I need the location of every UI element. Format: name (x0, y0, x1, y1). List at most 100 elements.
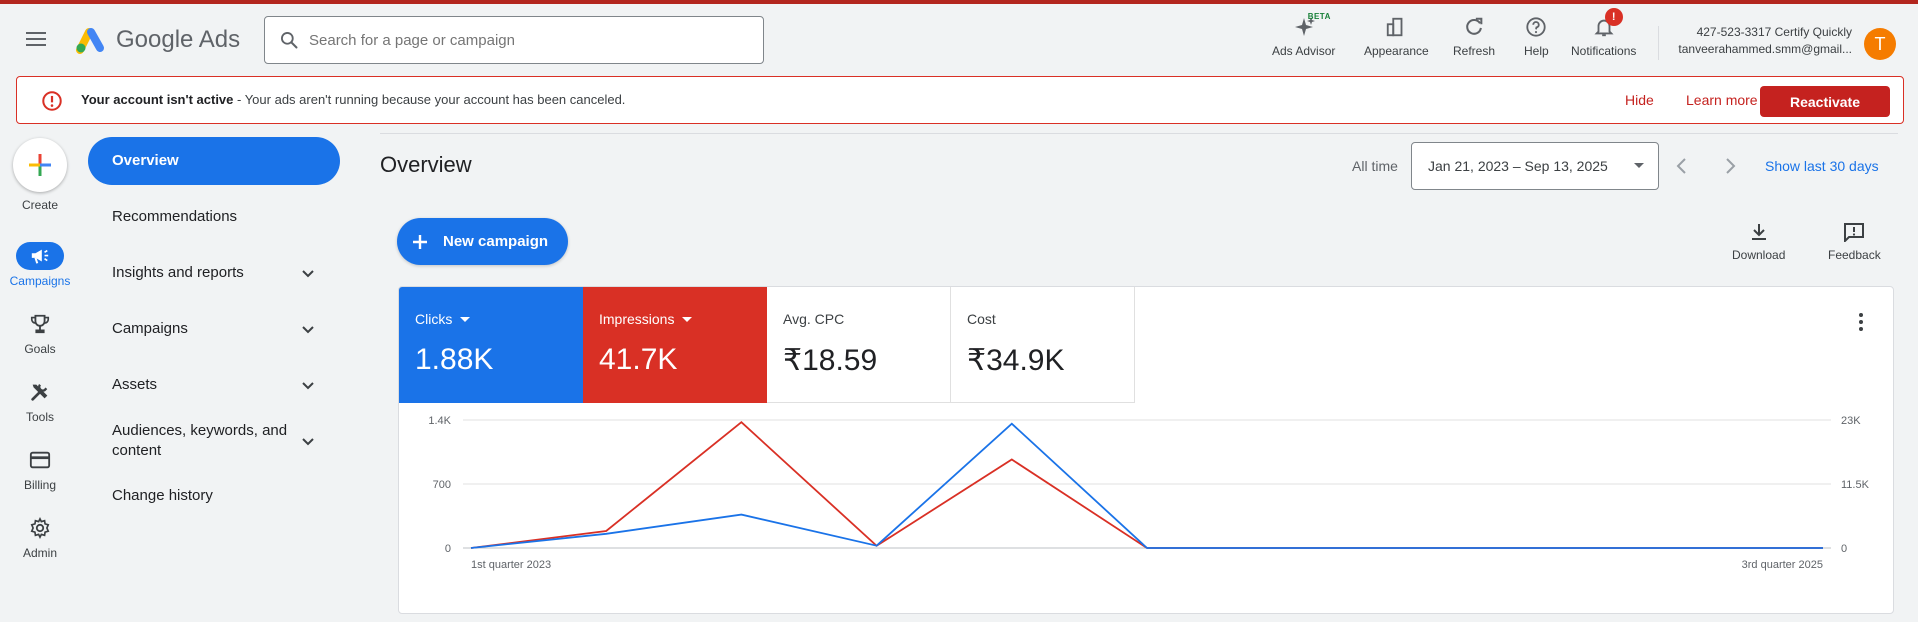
new-campaign-label: New campaign (443, 233, 549, 250)
metric-tile-clicks[interactable]: Clicks 1.88K (399, 287, 583, 403)
nav-item-change-history[interactable]: Change history (88, 486, 340, 506)
chevron-down-icon (302, 326, 314, 334)
rail-label-campaigns: Campaigns (9, 274, 71, 288)
main-divider (380, 133, 1898, 134)
metric-name-cost: Cost (967, 311, 996, 327)
learn-more-link[interactable]: Learn more (1686, 92, 1758, 108)
rail-item-goals[interactable]: Goals (0, 310, 80, 356)
trophy-icon (30, 314, 50, 334)
nav-label-assets: Assets (112, 376, 158, 393)
create-button[interactable] (13, 138, 67, 192)
search-icon (281, 32, 298, 49)
performance-line-chart: 0 700 1.4K 0 11.5K 23K 1st quarter 2023 3rd qua… (428, 415, 1870, 571)
google-ads-logo[interactable]: Google Ads (76, 26, 240, 54)
hide-alert-button[interactable]: Hide (1625, 92, 1654, 108)
rail-item-admin[interactable]: Admin (0, 514, 80, 560)
nav-label-overview: Overview (112, 152, 179, 169)
metric-tile-cost[interactable]: Cost ₹34.9K (951, 287, 1135, 403)
rail-label-goals: Goals (24, 342, 56, 356)
nav-label-audiences: Audiences, keywords, and content (112, 422, 288, 459)
nav-item-campaigns[interactable]: Campaigns (88, 319, 340, 339)
account-email: tanveerahammed.smm@gmail... (1678, 42, 1852, 56)
alert-title: Your account isn't active (81, 92, 234, 107)
avatar[interactable]: T (1864, 28, 1896, 60)
metric-value-clicks: 1.88K (415, 343, 494, 376)
nav-item-overview[interactable]: Overview (88, 137, 340, 185)
nav-item-audiences-keywords-content[interactable]: Audiences, keywords, and content (88, 421, 340, 461)
help-icon (1526, 17, 1546, 37)
date-range-select[interactable]: Jan 21, 2023 – Sep 13, 2025 (1411, 142, 1659, 190)
download-button[interactable]: Download (1732, 222, 1785, 262)
reactivate-button[interactable]: Reactivate (1760, 86, 1890, 117)
ads-advisor-label: Ads Advisor (1272, 44, 1336, 58)
chevron-right-icon[interactable] (1722, 156, 1738, 176)
chevron-left-icon[interactable] (1674, 156, 1690, 176)
feedback-button[interactable]: Feedback (1828, 222, 1881, 262)
appearance-button[interactable]: Appearance (1364, 14, 1429, 58)
dropdown-arrow-icon (682, 316, 693, 322)
nav-item-insights-and-reports[interactable]: Insights and reports (88, 263, 340, 283)
rail-item-campaigns[interactable]: Campaigns (0, 242, 80, 288)
metric-value-cost: ₹34.9K (967, 344, 1065, 377)
rail-item-tools[interactable]: Tools (0, 378, 80, 424)
metric-tile-avg-cpc[interactable]: Avg. CPC ₹18.59 (767, 287, 951, 403)
x-tick-label-end: 3rd quarter 2025 (1742, 559, 1823, 571)
series-line-clicks (470, 422, 1823, 549)
search-input[interactable] (309, 31, 729, 49)
rail-item-billing[interactable]: Billing (0, 446, 80, 492)
metric-tile-impressions[interactable]: Impressions 41.7K (583, 287, 767, 403)
ads-advisor-button[interactable]: BETA Ads Advisor (1272, 12, 1336, 58)
refresh-icon (1466, 17, 1483, 35)
series-line-impressions (470, 421, 1823, 549)
plus-icon (29, 154, 51, 176)
y-left-tick-label: 700 (433, 479, 451, 491)
chart-series (470, 421, 1823, 549)
rail-label-tools: Tools (25, 410, 54, 424)
metric-name-clicks: Clicks (415, 311, 453, 327)
nav-label-recommendations: Recommendations (112, 208, 238, 225)
credit-card-icon (29, 451, 51, 469)
refresh-label: Refresh (1453, 44, 1496, 58)
header-divider (1658, 26, 1659, 60)
app-header: Google Ads BETA Ads Advisor Appearance R… (0, 4, 1918, 72)
create-label: Create (21, 198, 59, 212)
metric-value-impressions: 41.7K (599, 343, 678, 376)
megaphone-icon (31, 249, 49, 264)
alert-body: - Your ads aren't running because your a… (233, 92, 626, 107)
chevron-down-icon (302, 270, 314, 278)
error-icon (42, 91, 62, 111)
app-name: Google Ads (116, 26, 241, 53)
notifications-button[interactable]: ! Notifications (1571, 8, 1636, 58)
appearance-label: Appearance (1364, 44, 1429, 58)
dropdown-arrow-icon (460, 316, 471, 322)
chevron-down-icon (302, 382, 314, 390)
nav-label-change-history: Change history (112, 487, 213, 504)
search-box[interactable] (264, 16, 764, 64)
tools-icon (31, 383, 48, 401)
download-icon (1751, 224, 1766, 240)
account-info[interactable]: 427-523-3317 Certify Quickly tanveeraham… (1668, 24, 1852, 58)
rail-label-billing: Billing (23, 478, 56, 492)
y-right-tick-label: 0 (1841, 543, 1847, 555)
show-last-30-days-link[interactable]: Show last 30 days (1765, 158, 1879, 174)
chart-grid (463, 419, 1831, 549)
x-tick-label-start: 1st quarter 2023 (471, 559, 551, 571)
hamburger-menu-icon[interactable] (26, 28, 54, 50)
gear-icon (30, 517, 50, 539)
help-button[interactable]: Help (1524, 14, 1549, 58)
feedback-icon (1844, 223, 1865, 242)
more-vert-icon[interactable] (1853, 311, 1869, 333)
nav-item-assets[interactable]: Assets (88, 375, 340, 395)
new-campaign-button[interactable]: New campaign (397, 218, 568, 265)
y-right-tick-label: 11.5K (1841, 479, 1870, 491)
nav-label-insights: Insights and reports (112, 264, 244, 281)
help-label: Help (1524, 44, 1549, 58)
performance-card: Clicks 1.88K Impressions 41.7K Avg. CPC … (398, 286, 1894, 614)
appearance-icon (1387, 17, 1403, 37)
all-time-label: All time (1352, 158, 1398, 174)
refresh-button[interactable]: Refresh (1453, 14, 1495, 58)
metric-name-impressions: Impressions (599, 311, 675, 327)
metric-name-avg-cpc: Avg. CPC (783, 311, 845, 327)
account-inactive-alert: Your account isn't active - Your ads are… (16, 76, 1904, 124)
nav-item-recommendations[interactable]: Recommendations (88, 207, 340, 227)
